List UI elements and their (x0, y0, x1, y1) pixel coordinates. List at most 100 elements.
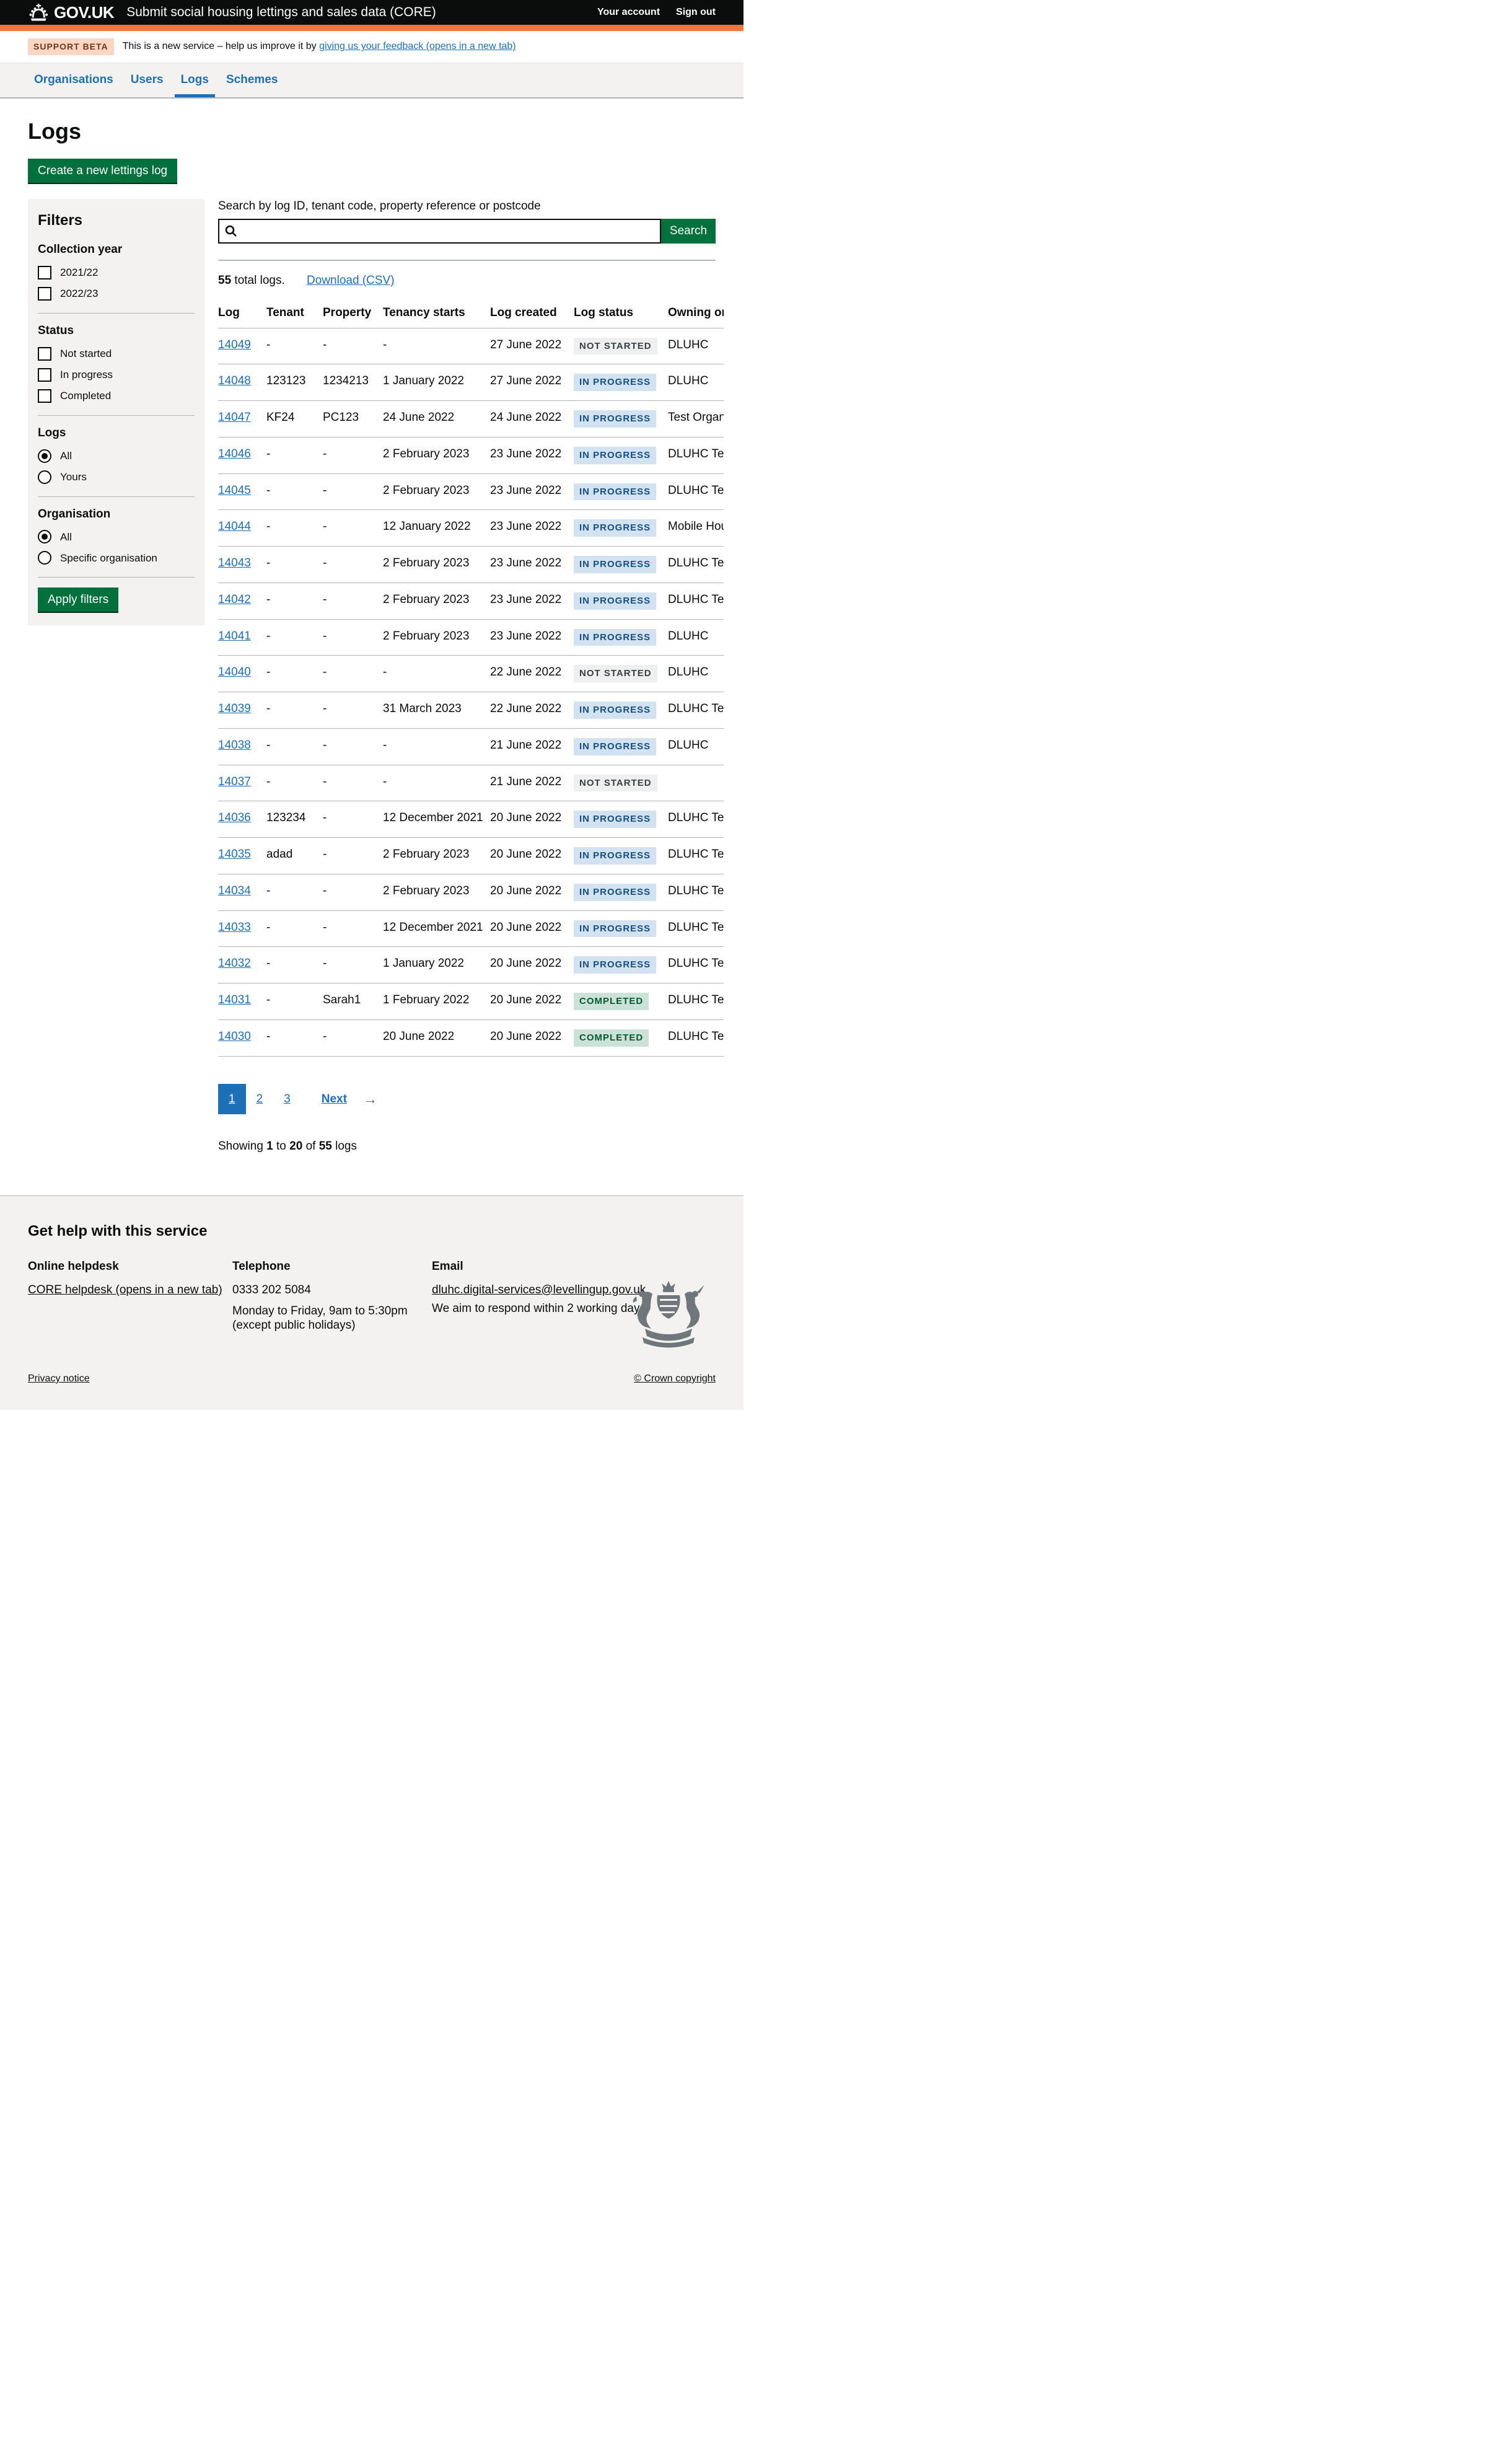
checkbox-option-not-started[interactable]: Not started (38, 347, 195, 361)
log-link[interactable]: 14033 (218, 921, 251, 934)
log-status-cell: IN PROGRESS (574, 910, 668, 947)
log-link[interactable]: 14046 (218, 447, 251, 460)
nav-item-schemes[interactable]: Schemes (220, 63, 284, 98)
telephone-hours: Monday to Friday, 9am to 5:30pm (except … (232, 1304, 432, 1334)
sign-out-link[interactable]: Sign out (676, 6, 716, 19)
results-divider (218, 260, 716, 261)
checkbox-option-2021-22[interactable]: 2021/22 (38, 266, 195, 279)
radio-option-yours[interactable]: Yours (38, 470, 195, 484)
pagination-page-3[interactable]: 3 (273, 1084, 301, 1115)
search-input[interactable] (218, 219, 661, 244)
log-link[interactable]: 14030 (218, 1030, 251, 1043)
checkbox-control[interactable] (38, 347, 51, 361)
log-status-cell: COMPLETED (574, 983, 668, 1020)
phase-banner: SUPPORT BETA This is a new service – hel… (0, 31, 744, 63)
core-helpdesk-link[interactable]: CORE helpdesk (opens in a new tab) (28, 1283, 222, 1296)
owning-organisation-cell: DLUHC Test (668, 947, 724, 983)
govuk-logo-text: GOV.UK (54, 2, 114, 23)
log-link[interactable]: 14049 (218, 338, 251, 351)
apply-filters-button[interactable]: Apply filters (38, 587, 118, 612)
radio-control[interactable] (38, 530, 51, 543)
nav-item-users[interactable]: Users (125, 63, 170, 98)
search-button[interactable]: Search (661, 219, 716, 244)
checkbox-control[interactable] (38, 287, 51, 301)
log-status-cell: IN PROGRESS (574, 838, 668, 874)
log-status-cell: NOT STARTED (574, 328, 668, 364)
log-link[interactable]: 14035 (218, 848, 251, 861)
radio-option-specific-organisation[interactable]: Specific organisation (38, 551, 195, 565)
radio-control[interactable] (38, 449, 51, 463)
telephone-hours-line1: Monday to Friday, 9am to 5:30pm (232, 1305, 408, 1318)
privacy-notice-link[interactable]: Privacy notice (28, 1373, 90, 1385)
log-link[interactable]: 14031 (218, 993, 251, 1006)
tenancy-starts-cell: - (383, 656, 490, 692)
log-link[interactable]: 14038 (218, 739, 251, 752)
log-link[interactable]: 14039 (218, 702, 251, 715)
download-csv-link[interactable]: Download (CSV) (307, 274, 395, 287)
feedback-link[interactable]: giving us your feedback (opens in a new … (319, 41, 516, 51)
property-cell: - (323, 547, 383, 583)
status-badge: IN PROGRESS (574, 556, 656, 573)
create-lettings-log-button[interactable]: Create a new lettings log (28, 159, 177, 183)
log-link[interactable]: 14040 (218, 666, 251, 679)
checkbox-control[interactable] (38, 266, 51, 279)
option-label: Not started (60, 347, 112, 360)
log-link[interactable]: 14032 (218, 957, 251, 970)
checkbox-option-2022-23[interactable]: 2022/23 (38, 287, 195, 301)
log-link[interactable]: 14042 (218, 593, 251, 606)
log-link[interactable]: 14045 (218, 484, 251, 497)
crown-copyright-link[interactable]: © Crown copyright (634, 1373, 716, 1385)
property-cell: - (323, 874, 383, 910)
log-created-cell: 27 June 2022 (490, 328, 574, 364)
nav-item-organisations[interactable]: Organisations (28, 63, 120, 98)
radio-control[interactable] (38, 470, 51, 484)
checkbox-option-in-progress[interactable]: In progress (38, 368, 195, 382)
log-status-cell: IN PROGRESS (574, 401, 668, 438)
column-header-property: Property (323, 298, 383, 328)
owning-organisation-cell: DLUHC (668, 364, 724, 401)
radio-option-all[interactable]: All (38, 449, 195, 463)
checkbox-control[interactable] (38, 389, 51, 403)
log-link[interactable]: 14048 (218, 374, 251, 387)
column-header-owning-organisation: Owning organisation (668, 298, 724, 328)
checkbox-control[interactable] (38, 368, 51, 382)
pagination-page-2[interactable]: 2 (246, 1084, 274, 1115)
tenant-cell: KF24 (266, 401, 323, 438)
log-link[interactable]: 14044 (218, 520, 251, 533)
log-status-cell: IN PROGRESS (574, 583, 668, 619)
log-link[interactable]: 14034 (218, 884, 251, 897)
nav-item-logs[interactable]: Logs (175, 63, 215, 98)
option-label: All (60, 530, 72, 543)
log-link[interactable]: 14047 (218, 411, 251, 424)
log-link[interactable]: 14041 (218, 630, 251, 643)
service-name[interactable]: Submit social housing lettings and sales… (126, 4, 436, 20)
status-badge: IN PROGRESS (574, 447, 656, 464)
property-cell: - (323, 328, 383, 364)
log-created-cell: 23 June 2022 (490, 510, 574, 547)
email-heading: Email (432, 1259, 680, 1274)
pagination-current-page[interactable]: 1 (218, 1084, 246, 1115)
primary-nav: OrganisationsUsersLogsSchemes (0, 63, 744, 99)
log-link[interactable]: 14043 (218, 557, 251, 570)
govuk-logo[interactable]: GOV.UK (28, 2, 114, 23)
pagination-next-link[interactable]: Next (311, 1084, 357, 1115)
log-link[interactable]: 14036 (218, 811, 251, 824)
log-created-cell: 20 June 2022 (490, 801, 574, 838)
owning-organisation-cell: DLUHC Test (668, 801, 724, 838)
tenancy-starts-cell: 2 February 2023 (383, 874, 490, 910)
status-badge: IN PROGRESS (574, 811, 656, 828)
log-link[interactable]: 14037 (218, 775, 251, 788)
radio-option-all[interactable]: All (38, 530, 195, 543)
your-account-link[interactable]: Your account (597, 6, 660, 19)
table-row: 14049---27 June 2022NOT STARTEDDLUHC (218, 328, 724, 364)
tenancy-starts-cell: 12 January 2022 (383, 510, 490, 547)
logs-table-body: 14049 - - - 27 June 2022NOT STARTEDDLUHC 1404… (218, 328, 724, 1056)
checkbox-option-completed[interactable]: Completed (38, 389, 195, 403)
radio-control[interactable] (38, 551, 51, 565)
page-title: Logs (28, 117, 716, 145)
showing-from: 1 (266, 1140, 273, 1153)
table-header-row: LogTenantPropertyTenancy startsLog creat… (218, 298, 724, 328)
owning-organisation-cell: Test Organisa (668, 401, 724, 438)
email-link[interactable]: dluhc.digital-services@levellingup.gov.u… (432, 1283, 646, 1296)
log-created-cell: 22 June 2022 (490, 656, 574, 692)
